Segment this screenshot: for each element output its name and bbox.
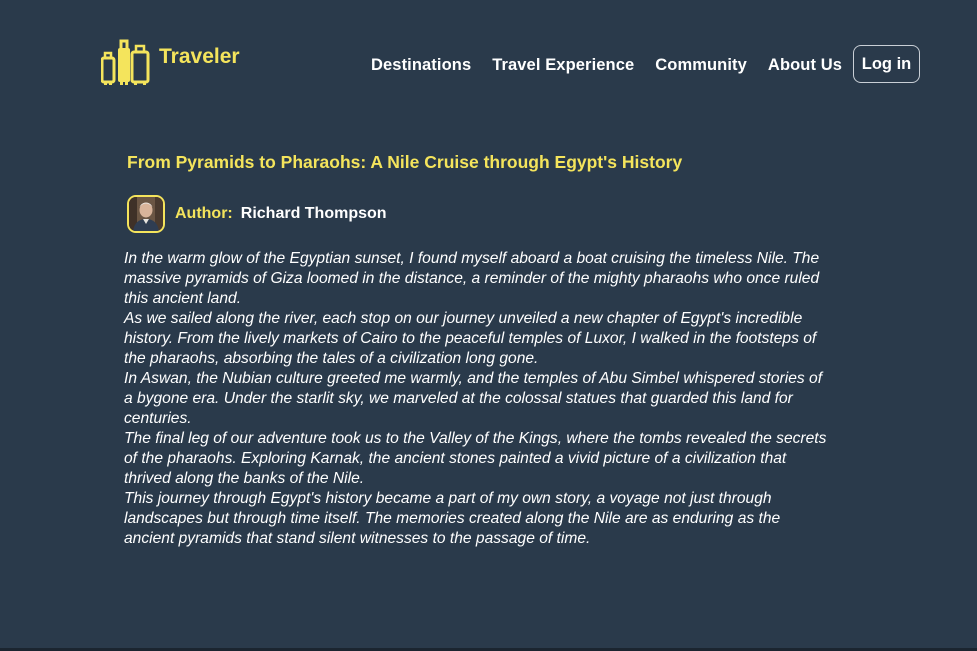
login-button[interactable]: Log in	[853, 45, 920, 83]
article-paragraph: In the warm glow of the Egyptian sunset,…	[124, 250, 820, 307]
article-paragraph: This journey through Egypt's history bec…	[124, 490, 781, 547]
top-navbar: Traveler Destinations Travel Experience …	[0, 0, 977, 130]
brand-logo-link[interactable]: Traveler	[101, 38, 240, 86]
article-body: In the warm glow of the Egyptian sunset,…	[124, 249, 834, 549]
article-paragraph: The final leg of our adventure took us t…	[124, 430, 827, 487]
article-paragraph: In Aswan, the Nubian culture greeted me …	[124, 370, 823, 427]
luggage-icon	[101, 38, 151, 86]
nav-travel-experience[interactable]: Travel Experience	[492, 46, 634, 84]
author-label: Author:	[175, 205, 233, 222]
main-menu: Destinations Travel Experience Community…	[371, 46, 863, 84]
author-name: Richard Thompson	[240, 205, 387, 222]
nav-community[interactable]: Community	[655, 46, 747, 84]
brand-name: Traveler	[159, 45, 240, 68]
article: From Pyramids to Pharaohs: A Nile Cruise…	[124, 150, 834, 549]
author-avatar[interactable]	[127, 195, 165, 233]
article-title: From Pyramids to Pharaohs: A Nile Cruise…	[127, 152, 683, 172]
author-row: Author: Richard Thompson	[127, 193, 834, 235]
article-paragraph: As we sailed along the river, each stop …	[124, 310, 817, 367]
nav-destinations[interactable]: Destinations	[371, 46, 471, 84]
nav-about-us[interactable]: About Us	[768, 46, 842, 84]
